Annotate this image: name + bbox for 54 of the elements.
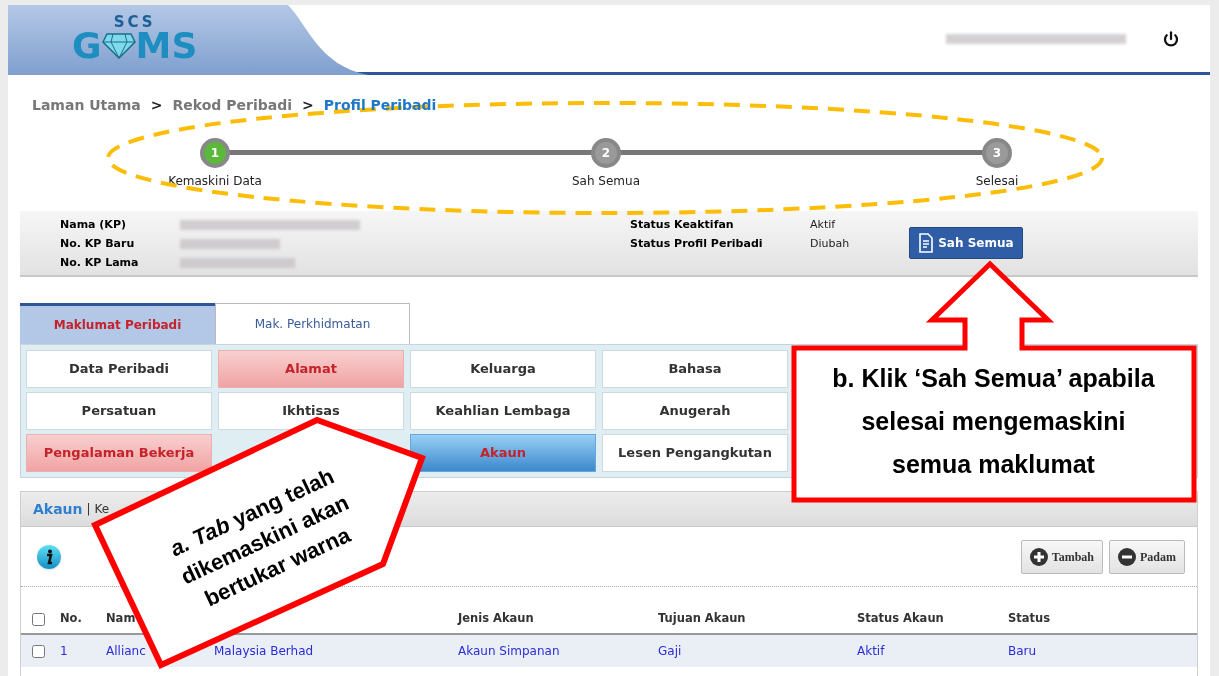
- column-header: Tujuan Akaun: [658, 610, 746, 628]
- breadcrumb-separator: >: [302, 96, 314, 115]
- section-button[interactable]: Persatuan: [26, 392, 212, 430]
- logo-text: G: [72, 28, 102, 63]
- field-label: Status Keaktifan: [630, 218, 735, 231]
- breadcrumb-link[interactable]: Laman Utama: [32, 95, 141, 116]
- field-label: No. KP Baru: [60, 237, 136, 250]
- power-icon[interactable]: [1162, 29, 1180, 48]
- bank-name-text[interactable]: Allianc: [106, 644, 146, 658]
- section-button[interactable]: Bahasa: [602, 350, 788, 388]
- breadcrumb-separator: >: [150, 96, 163, 115]
- callout-text: b. Klik ‘Sah Semua’ apabila selesai mengemaskini semua maklumat: [831, 363, 1156, 480]
- plus-circle-icon: [1029, 547, 1048, 566]
- diamond-icon: [101, 32, 136, 59]
- title-divider: |: [86, 501, 91, 518]
- field-value: Diubah: [810, 237, 850, 250]
- breadcrumb-link[interactable]: Rekod Peribadi: [172, 95, 292, 116]
- minus-circle-icon: [1118, 547, 1136, 566]
- table-cell[interactable]: Aktif: [857, 642, 885, 660]
- document-icon: [918, 233, 935, 253]
- panel-subtitle[interactable]: Ke: [94, 503, 110, 515]
- table-cell[interactable]: Gaji: [658, 642, 682, 660]
- table-cell[interactable]: Akaun Simpanan: [458, 642, 560, 660]
- section-button[interactable]: Anugerah: [602, 392, 788, 430]
- field-value: Aktif: [810, 218, 837, 231]
- field-label: Nama (KP): [60, 218, 127, 231]
- breadcrumb-link[interactable]: Profil Peribadi: [323, 95, 437, 116]
- section-button[interactable]: Keahlian Lembaga: [410, 392, 596, 430]
- info-icon[interactable]: [37, 544, 61, 569]
- bank-name-text[interactable]: Malaysia Berhad: [214, 644, 314, 658]
- field-label: No. KP Lama: [60, 256, 140, 269]
- section-button[interactable]: Data Peribadi: [26, 350, 212, 388]
- add-button[interactable]: Tambah: [1020, 539, 1103, 574]
- step-label: Sah Semua: [571, 173, 640, 190]
- column-header: No.: [60, 610, 82, 628]
- column-header: Jenis Akaun: [458, 610, 534, 628]
- sah-semua-button[interactable]: Sah Semua: [909, 227, 1023, 259]
- field-label: Status Profil Peribadi: [630, 237, 764, 250]
- section-button[interactable]: Keluarga: [410, 350, 596, 388]
- row-checkbox[interactable]: [32, 644, 45, 658]
- tab[interactable]: Mak. Perkhidmatan: [215, 303, 410, 344]
- step-label: Kemaskini Data: [168, 173, 262, 190]
- column-header: Status Akaun: [857, 610, 944, 628]
- table-cell-text: 1: [60, 643, 68, 660]
- section-button[interactable]: Lesen Pengangkutan: [602, 434, 788, 472]
- logo-text: MS: [135, 28, 198, 63]
- select-all-checkbox[interactable]: [32, 612, 45, 626]
- step-label: Selesai: [975, 173, 1019, 190]
- table-cell[interactable]: Baru: [1008, 642, 1037, 660]
- column-header: Nam: [106, 610, 136, 628]
- logo-text: SCS: [113, 14, 156, 29]
- delete-button[interactable]: Padam: [1109, 539, 1185, 574]
- section-button[interactable]: Ikhtisas: [218, 392, 404, 430]
- column-header: Status: [1008, 610, 1051, 628]
